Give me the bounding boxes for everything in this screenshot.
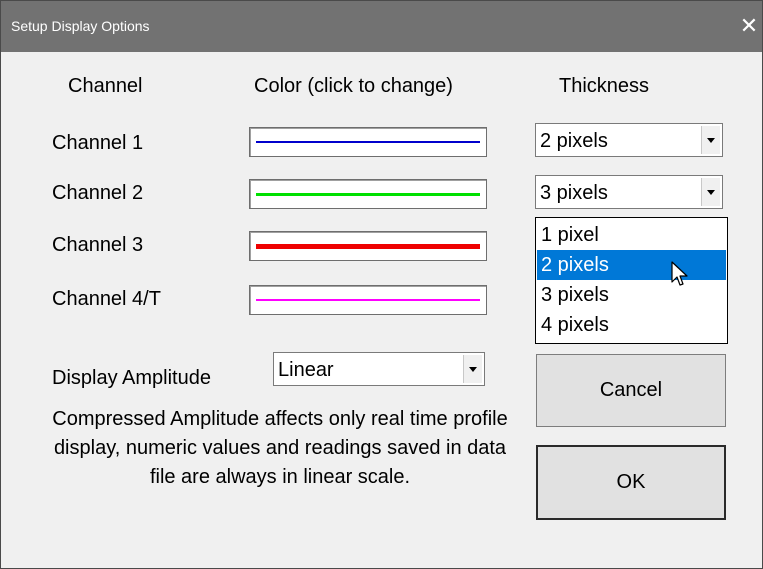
- channel-2-thickness-value: 3 pixels: [540, 182, 608, 204]
- thickness-option-1-pixel[interactable]: 1 pixel: [537, 220, 726, 250]
- close-icon[interactable]: ✕: [739, 11, 759, 41]
- channel-2-thickness-select[interactable]: 3 pixels: [535, 175, 723, 209]
- chevron-down-icon[interactable]: [463, 355, 482, 383]
- channel-4t-label: Channel 4/T: [52, 288, 161, 310]
- amplitude-note: Compressed Amplitude affects only real t…: [52, 408, 508, 488]
- channel-1-thickness-value: 2 pixels: [540, 130, 608, 152]
- title-bar[interactable]: Setup Display Options ✕: [1, 1, 762, 52]
- thickness-option-2-pixels[interactable]: 2 pixels: [537, 250, 726, 280]
- channel-3-color-swatch[interactable]: [249, 231, 487, 261]
- channel-2-label: Channel 2: [52, 182, 144, 204]
- channel-2-color-line: [256, 193, 480, 196]
- setup-display-options-dialog: Setup Display Options ✕ Channel Color (c…: [0, 0, 763, 569]
- channel-2-color-swatch[interactable]: [249, 179, 487, 209]
- channel-1-color-line: [256, 141, 480, 143]
- display-amplitude-select[interactable]: Linear: [273, 352, 485, 386]
- channel-4t-color-swatch[interactable]: [249, 285, 487, 315]
- thickness-option-3-pixels[interactable]: 3 pixels: [537, 280, 726, 310]
- chevron-down-icon[interactable]: [701, 178, 720, 206]
- cancel-button[interactable]: Cancel: [536, 354, 726, 427]
- ok-button[interactable]: OK: [536, 445, 726, 520]
- channel-1-color-swatch[interactable]: [249, 127, 487, 157]
- chevron-down-icon[interactable]: [701, 126, 720, 154]
- color-header: Color (click to change): [254, 75, 453, 97]
- display-amplitude-label: Display Amplitude: [52, 367, 211, 389]
- thickness-option-4-pixels[interactable]: 4 pixels: [537, 310, 726, 340]
- channel-3-color-line: [256, 244, 480, 249]
- channel-header: Channel: [68, 75, 143, 97]
- channel-3-label: Channel 3: [52, 234, 144, 256]
- window-title: Setup Display Options: [11, 18, 150, 34]
- channel-1-label: Channel 1: [52, 132, 144, 154]
- mouse-pointer-icon: [671, 261, 688, 286]
- thickness-dropdown-list: 1 pixel 2 pixels 3 pixels 4 pixels: [535, 217, 728, 344]
- display-amplitude-value: Linear: [278, 359, 334, 381]
- channel-4t-color-line: [256, 299, 480, 301]
- thickness-header: Thickness: [559, 75, 650, 97]
- channel-1-thickness-select[interactable]: 2 pixels: [535, 123, 723, 157]
